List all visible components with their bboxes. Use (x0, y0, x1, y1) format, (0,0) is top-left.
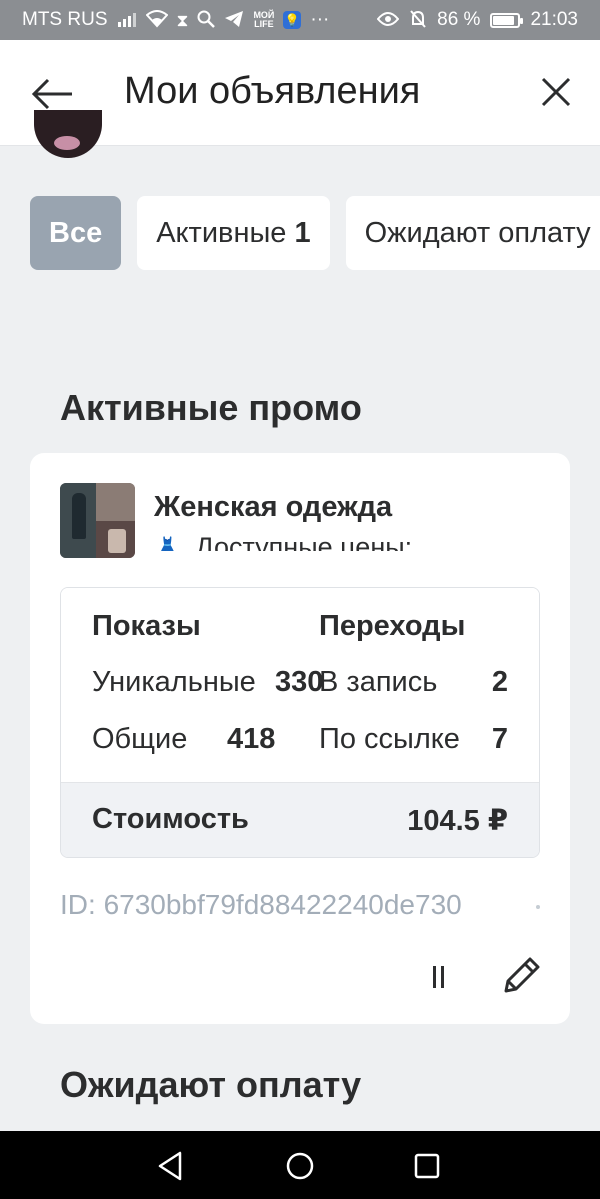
search-icon (197, 10, 216, 31)
to-post-value: 2 (491, 666, 508, 698)
page-title: Мои объявления (124, 70, 421, 112)
group-subtitle: 👗 Доступные цены: (154, 529, 494, 551)
status-bar: MTS RUS ⧗ MOЙ LIFE 💡 ··· 86 % 21:03 (0, 0, 600, 40)
back-button[interactable] (30, 74, 76, 114)
by-link-label: По ссылке (319, 723, 460, 755)
hourglass-icon: ⧗ (176, 10, 189, 30)
total-label: Общие (92, 723, 188, 755)
nav-recents-button[interactable] (410, 1149, 444, 1183)
close-icon (541, 77, 571, 107)
by-link-value: 7 (491, 723, 508, 755)
nav-back-button[interactable] (154, 1149, 188, 1183)
mymtslife-icon: MOЙ LIFE (253, 10, 275, 29)
unique-label: Уникальные (92, 666, 256, 698)
cost-value: 104.5 ₽ (407, 805, 508, 837)
group-name[interactable]: Женская одежда (154, 491, 392, 524)
system-navigation-bar (0, 1131, 600, 1199)
filter-chip-count: 1 (294, 216, 311, 249)
group-thumbnail[interactable] (60, 483, 135, 558)
dress-icon: 👗 (154, 536, 182, 551)
circle-home-icon (286, 1152, 314, 1180)
clock: 21:03 (530, 9, 578, 30)
pause-icon (433, 966, 436, 988)
filter-chips: Все Активные 1 Ожидают оплату (30, 196, 600, 270)
bell-muted-icon (409, 9, 427, 32)
promo-id: ID: 6730bbf79fd88422240de730 (60, 889, 462, 921)
more-notifications-icon: ··· (310, 9, 330, 30)
promo-card: Женская одежда 👗 Доступные цены: Показы П… (30, 453, 570, 1024)
filter-chip-label: Ожидают оплату (364, 216, 591, 249)
square-recents-icon (414, 1153, 440, 1179)
pause-button[interactable] (420, 958, 458, 996)
arrow-left-icon (31, 78, 72, 110)
close-button[interactable] (538, 74, 574, 110)
filter-chip-active[interactable]: Активные 1 (137, 196, 330, 270)
total-value: 418 (227, 723, 276, 755)
telegram-icon (224, 10, 244, 31)
signal-icon (117, 11, 137, 30)
pencil-icon (504, 957, 540, 993)
filter-chip-pending[interactable]: Ожидают оплату (345, 196, 600, 270)
promo-stats-panel: Показы Переходы Уникальные 330 В запись … (60, 587, 540, 858)
battery-percent: 86 % (437, 9, 481, 30)
edit-button[interactable] (498, 953, 544, 999)
impressions-header: Показы (92, 610, 201, 642)
clicks-header: Переходы (319, 610, 466, 642)
cost-label: Стоимость (92, 803, 249, 835)
eye-icon (376, 11, 400, 30)
section-title-active: Активные промо (60, 387, 362, 428)
battery-icon (490, 12, 524, 28)
triangle-back-icon (158, 1151, 182, 1181)
section-title-pending: Ожидают оплату (60, 1064, 362, 1105)
lightbulb-icon: 💡 (283, 11, 302, 29)
avatar (34, 110, 102, 158)
unique-value: 330 (275, 666, 324, 698)
nav-home-button[interactable] (283, 1149, 317, 1183)
filter-chip-label: Все (49, 216, 103, 249)
filter-chip-label: Активные (156, 216, 287, 249)
wifi-icon (145, 9, 168, 31)
filter-chip-all[interactable]: Все (30, 196, 122, 270)
to-post-label: В запись (319, 666, 438, 698)
promo-id-label: ID: (60, 889, 96, 920)
carrier-name: MTS RUS (22, 9, 108, 30)
copy-dot-icon (536, 905, 540, 909)
promo-id-value: 6730bbf79fd88422240de730 (103, 889, 462, 920)
